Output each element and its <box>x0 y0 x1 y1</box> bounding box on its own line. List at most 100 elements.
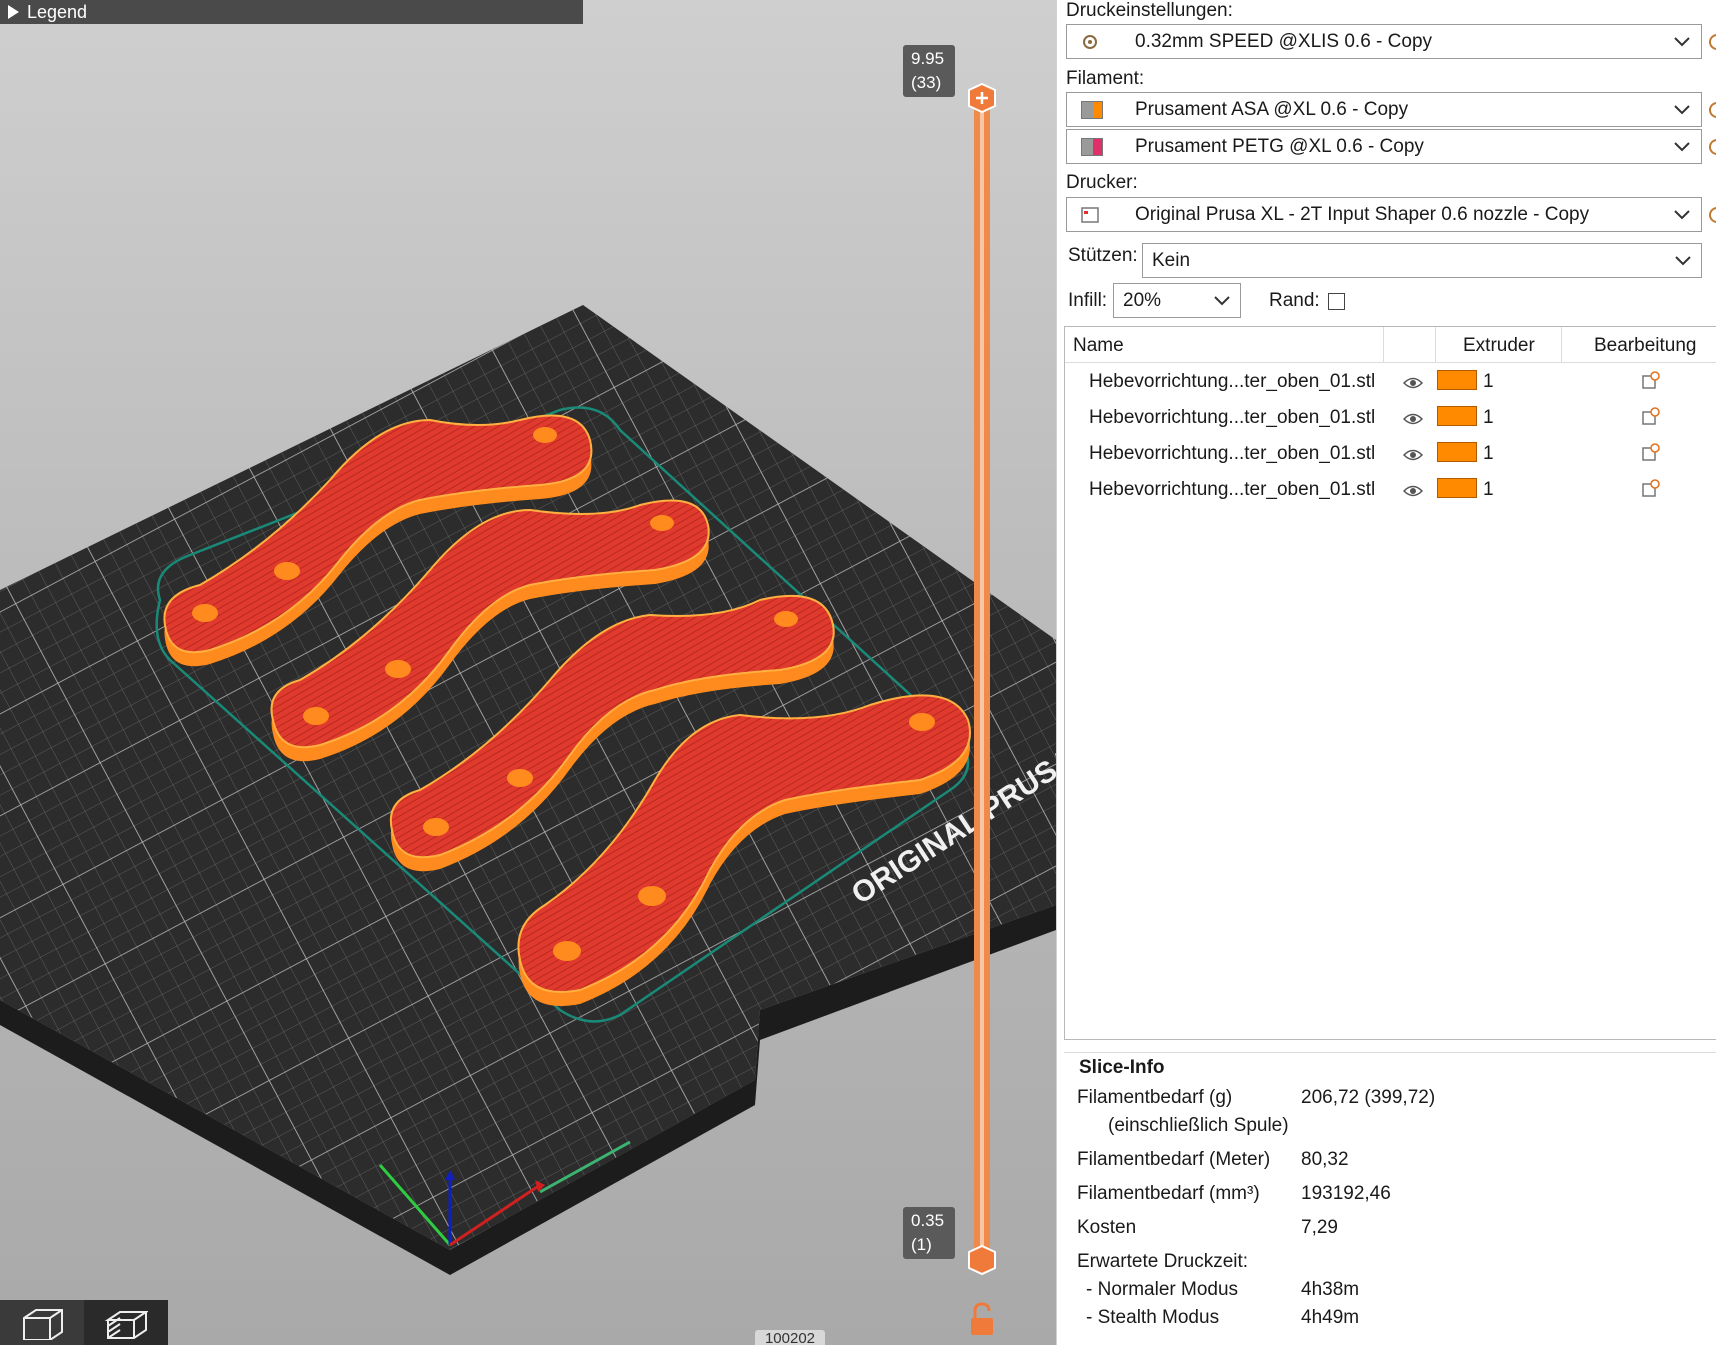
supports-value: Kein <box>1152 249 1191 271</box>
layer-top-height: 9.95 <box>911 49 945 68</box>
edit-icon[interactable] <box>1642 479 1660 503</box>
lock-icon[interactable] <box>971 1302 993 1335</box>
3d-viewport[interactable]: ORIGINAL PRUSA Legend 9.95 (33) 0.35 (1)… <box>0 0 1056 1345</box>
brim-label: Rand: <box>1269 290 1320 311</box>
brim-row: Rand: <box>1269 290 1345 312</box>
printer-gear-icon[interactable] <box>1705 205 1716 225</box>
bottom-readout: 100202 <box>755 1330 825 1345</box>
filament-g-label: Filamentbedarf (g) <box>1077 1087 1233 1108</box>
edit-icon[interactable] <box>1642 443 1660 467</box>
layers-icon <box>104 1310 148 1339</box>
list-item[interactable]: Hebevorrichtung...ter_oben_01.stl 1 <box>1065 401 1716 437</box>
normal-mode-label: - Normaler Modus <box>1086 1279 1239 1300</box>
filament-g-sub: (einschließlich Spule) <box>1108 1115 1289 1136</box>
infill-combo[interactable]: 20% <box>1113 283 1241 318</box>
extruder-color-swatch[interactable] <box>1437 370 1477 390</box>
filament-combo-2[interactable]: Prusament PETG @XL 0.6 - Copy <box>1066 129 1702 164</box>
extruder-color-swatch[interactable] <box>1437 442 1477 462</box>
eye-icon[interactable] <box>1402 410 1424 432</box>
column-extruder[interactable]: Extruder <box>1463 335 1535 357</box>
edit-icon[interactable] <box>1642 371 1660 395</box>
cog-icon <box>1081 33 1103 51</box>
slice-info: Slice-Info Filamentbedarf (g) 206,72 (39… <box>1064 1052 1716 1332</box>
print-time-label: Erwartete Druckzeit: <box>1077 1251 1249 1272</box>
chevron-down-icon <box>1669 202 1695 228</box>
legend-toggle[interactable]: Legend <box>0 0 583 24</box>
printer-icon <box>1081 206 1103 224</box>
settings-gear-icon[interactable] <box>1705 32 1716 52</box>
list-item[interactable]: Hebevorrichtung...ter_oben_01.stl 1 <box>1065 473 1716 509</box>
chevron-down-icon <box>1675 250 1691 272</box>
edit-icon[interactable] <box>1642 407 1660 431</box>
filament-m-label: Filamentbedarf (Meter) <box>1077 1149 1271 1170</box>
infill-row: Infill: <box>1068 290 1107 312</box>
chevron-down-icon <box>1669 97 1695 123</box>
legend-label: Legend <box>27 1 88 22</box>
expand-arrow-icon <box>8 5 19 19</box>
filament-label: Filament: <box>1066 68 1145 89</box>
object-name: Hebevorrichtung...ter_oben_01.stl <box>1089 443 1376 464</box>
object-list: Name Extruder Bearbeitung Hebevorrichtun… <box>1064 326 1716 1040</box>
filament-1-name: Prusament ASA @XL 0.6 - Copy <box>1135 98 1409 120</box>
supports-label: Stützen: <box>1068 245 1138 266</box>
list-item[interactable]: Hebevorrichtung...ter_oben_01.stl 1 <box>1065 437 1716 473</box>
filament-mm3-label: Filamentbedarf (mm³) <box>1077 1183 1260 1204</box>
extruder-color-swatch[interactable] <box>1437 478 1477 498</box>
object-name: Hebevorrichtung...ter_oben_01.stl <box>1089 407 1376 428</box>
infill-label: Infill: <box>1068 290 1108 311</box>
column-edit[interactable]: Bearbeitung <box>1594 335 1696 357</box>
filament-2-name: Prusament PETG @XL 0.6 - Copy <box>1135 135 1424 157</box>
print-settings-value: 0.32mm SPEED @XLIS 0.6 - Copy <box>1135 30 1433 52</box>
chevron-down-icon <box>1669 134 1695 160</box>
layer-top-label: 9.95 (33) <box>903 45 955 97</box>
printer-value: Original Prusa XL - 2T Input Shaper 0.6 … <box>1135 203 1590 225</box>
chevron-down-icon <box>1669 29 1695 55</box>
filament-g-value: 206,72 (399,72) <box>1301 1087 1436 1108</box>
preview-button[interactable] <box>84 1300 168 1345</box>
extruder-number: 1 <box>1483 407 1494 428</box>
infill-value: 20% <box>1123 289 1162 311</box>
normal-mode-value: 4h38m <box>1301 1279 1360 1300</box>
extruder-number: 1 <box>1483 371 1494 392</box>
filament-swatch-icon <box>1081 100 1103 119</box>
print-bed-scene[interactable]: ORIGINAL PRUSA <box>0 0 1056 1345</box>
object-name: Hebevorrichtung...ter_oben_01.stl <box>1089 371 1376 392</box>
layer-bottom-index: (1) <box>911 1235 932 1254</box>
extruder-color-swatch[interactable] <box>1437 406 1477 426</box>
layer-slider-bottom-handle <box>968 1244 996 1276</box>
stealth-mode-value: 4h49m <box>1301 1307 1360 1328</box>
object-list-header: Name Extruder Bearbeitung <box>1065 327 1716 363</box>
brim-checkbox[interactable] <box>1327 292 1345 310</box>
settings-panel: Druckeinstellungen: 0.32mm SPEED @XLIS 0… <box>1056 0 1716 1345</box>
filament-2-gear-icon[interactable] <box>1705 137 1716 157</box>
filament-mm3-value: 193192,46 <box>1301 1183 1391 1204</box>
object-name: Hebevorrichtung...ter_oben_01.stl <box>1089 479 1376 500</box>
eye-icon[interactable] <box>1402 482 1424 504</box>
cost-label: Kosten <box>1077 1217 1137 1238</box>
slice-info-title: Slice-Info <box>1079 1057 1165 1078</box>
extruder-number: 1 <box>1483 443 1494 464</box>
column-name[interactable]: Name <box>1073 335 1124 357</box>
cost-value: 7,29 <box>1301 1217 1338 1238</box>
list-item[interactable]: Hebevorrichtung...ter_oben_01.stl 1 <box>1065 365 1716 401</box>
view-toolbar <box>0 1300 168 1345</box>
supports-combo[interactable]: Kein <box>1142 243 1702 278</box>
3d-view-button[interactable] <box>0 1300 84 1345</box>
eye-icon[interactable] <box>1402 446 1424 468</box>
cube-icon <box>23 1308 63 1340</box>
chevron-down-icon <box>1214 290 1230 312</box>
filament-m-value: 80,32 <box>1301 1149 1349 1170</box>
layer-bottom-height: 0.35 <box>911 1211 945 1230</box>
supports-row: Stützen: <box>1068 245 1138 267</box>
print-settings-label: Druckeinstellungen: <box>1066 0 1233 21</box>
layer-top-index: (33) <box>911 73 942 92</box>
filament-1-gear-icon[interactable] <box>1705 100 1716 120</box>
filament-combo-1[interactable]: Prusament ASA @XL 0.6 - Copy <box>1066 92 1702 127</box>
printer-combo[interactable]: Original Prusa XL - 2T Input Shaper 0.6 … <box>1066 197 1702 232</box>
eye-icon[interactable] <box>1402 374 1424 396</box>
printer-label: Drucker: <box>1066 172 1138 193</box>
layer-bottom-label: 0.35 (1) <box>903 1207 955 1259</box>
stealth-mode-label: - Stealth Modus <box>1086 1307 1220 1328</box>
print-settings-combo[interactable]: 0.32mm SPEED @XLIS 0.6 - Copy <box>1066 24 1702 59</box>
filament-swatch-icon <box>1081 137 1103 156</box>
